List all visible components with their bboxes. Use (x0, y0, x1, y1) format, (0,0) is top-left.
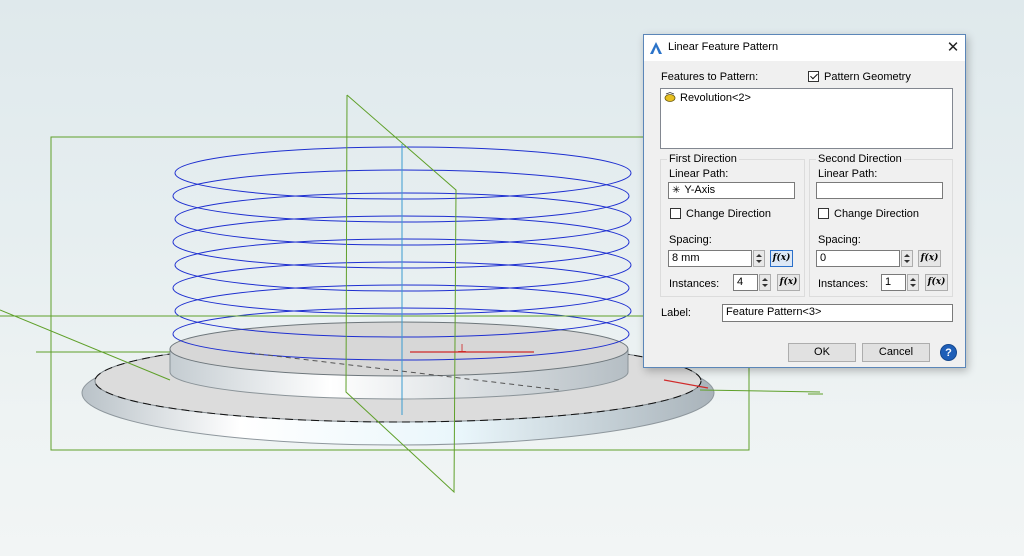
second-instances-formula-button[interactable]: f(x) (925, 274, 948, 291)
pattern-geometry-label: Pattern Geometry (824, 71, 911, 83)
first-instances-input[interactable]: 4 (733, 274, 758, 291)
second-direction-title: Second Direction (816, 153, 904, 165)
second-spacing-input[interactable]: 0 (816, 250, 900, 267)
second-change-direction-label: Change Direction (834, 208, 919, 220)
first-direction-title: First Direction (667, 153, 739, 165)
helix-turn (172, 261, 630, 315)
features-list[interactable]: Revolution<2> (660, 88, 953, 149)
pattern-geometry-checkbox[interactable] (808, 71, 819, 82)
helix-turn (174, 146, 632, 200)
first-linear-path-label: Linear Path: (669, 168, 729, 180)
first-instances-formula-button[interactable]: f(x) (777, 274, 800, 291)
helix-turn (174, 192, 632, 246)
dialog-title-bar[interactable]: Linear Feature Pattern ✕ (644, 35, 965, 61)
app-logo-icon (650, 42, 662, 54)
second-linear-path-field[interactable] (816, 182, 943, 199)
second-linear-path-label: Linear Path: (818, 168, 878, 180)
revolution-feature-icon (664, 91, 676, 102)
second-instances-input[interactable]: 1 (881, 274, 906, 291)
cancel-button[interactable]: Cancel (862, 343, 930, 362)
first-change-direction-checkbox[interactable] (670, 208, 681, 219)
linear-feature-pattern-dialog[interactable]: Linear Feature Pattern ✕ Features to Pat… (643, 34, 966, 368)
close-icon[interactable]: ✕ (942, 37, 964, 59)
first-spacing-stepper[interactable] (753, 250, 765, 267)
list-item[interactable]: Revolution<2> (664, 91, 751, 105)
origin-marker: ⟂ (458, 341, 466, 355)
help-icon[interactable]: ? (940, 344, 957, 361)
first-instances-label: Instances: (669, 278, 720, 290)
second-spacing-formula-button[interactable]: f(x) (918, 250, 941, 267)
first-linear-path-field[interactable]: ✳ Y-Axis (668, 182, 795, 199)
features-to-pattern-label: Features to Pattern: (661, 71, 759, 83)
first-spacing-input[interactable]: 8 mm (668, 250, 752, 267)
second-spacing-stepper[interactable] (901, 250, 913, 267)
second-change-direction-checkbox[interactable] (818, 208, 829, 219)
axis-icon: ✳ (672, 185, 681, 196)
ok-button[interactable]: OK (788, 343, 856, 362)
label-field-label: Label: (661, 307, 691, 319)
first-instances-stepper[interactable] (759, 274, 771, 291)
second-instances-label: Instances: (818, 278, 869, 290)
helix-turn (172, 169, 630, 223)
second-instances-stepper[interactable] (907, 274, 919, 291)
pattern-label-input[interactable]: Feature Pattern<3> (722, 304, 953, 322)
helix-turn (172, 215, 630, 269)
second-spacing-label: Spacing: (818, 234, 861, 246)
first-change-direction-label: Change Direction (686, 208, 771, 220)
inner-cylinder[interactable] (169, 321, 629, 400)
first-spacing-formula-button[interactable]: f(x) (770, 250, 793, 267)
feature-name: Revolution<2> (680, 92, 751, 104)
dialog-title: Linear Feature Pattern (668, 41, 779, 53)
helix-turn (174, 238, 632, 292)
first-spacing-label: Spacing: (669, 234, 712, 246)
first-linear-path-value: Y-Axis (684, 184, 716, 196)
